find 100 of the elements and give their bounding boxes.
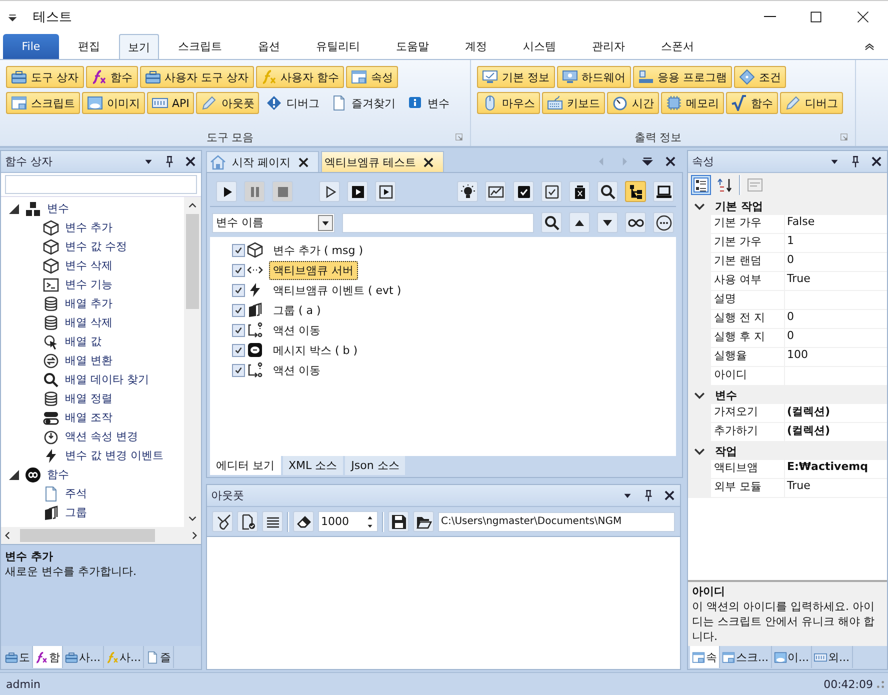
tree-item[interactable]: 그룹 — [65, 505, 87, 520]
ribbon-tab[interactable]: 옵션 — [241, 34, 297, 59]
toolbar-button[interactable] — [375, 181, 396, 202]
ribbon-button[interactable]: 도구 상자 — [6, 66, 84, 88]
scrollbar-thumb[interactable] — [20, 529, 155, 542]
tree-item[interactable]: 배열 정렬 — [65, 391, 112, 406]
checkbox[interactable] — [232, 344, 245, 356]
search-button[interactable] — [541, 212, 562, 233]
tree-item[interactable]: 주석 — [65, 486, 87, 501]
view-tab[interactable]: Json 소스 — [345, 456, 406, 475]
ribbon-button[interactable]: 즐겨찾기 — [326, 92, 400, 114]
document-tab[interactable]: 엑티브엠큐 테스트 — [320, 151, 444, 172]
action-item[interactable]: 변수 추가 ( msg ) — [269, 240, 367, 260]
ribbon-button[interactable]: 시간 — [607, 92, 659, 114]
ribbon-button[interactable]: API — [147, 92, 194, 114]
panel-tab[interactable]: 외... — [812, 646, 852, 668]
tree-item[interactable]: 변수 기능 — [65, 277, 112, 292]
property-value[interactable]: E:₩activemq — [784, 460, 887, 478]
search-input[interactable] — [342, 212, 534, 232]
tree-item[interactable]: 함수 — [47, 467, 69, 482]
ribbon-button[interactable]: 응용 프로그램 — [632, 66, 732, 88]
ribbon-button[interactable]: 아웃풋 — [196, 92, 260, 114]
action-item[interactable]: 메시지 박스 ( b ) — [269, 340, 362, 360]
action-item[interactable]: 액티브앰큐 이벤트 ( evt ) — [269, 280, 406, 300]
save-button[interactable] — [388, 511, 409, 532]
next-button[interactable] — [597, 212, 618, 233]
panel-tab[interactable]: 함 — [33, 646, 63, 668]
ribbon-button[interactable]: 디버그 — [780, 92, 843, 114]
toolbar-button[interactable] — [237, 511, 258, 532]
panel-tab[interactable]: 사... — [104, 646, 144, 668]
panel-tab[interactable]: 속 — [690, 646, 720, 668]
property-value[interactable]: (컬렉션) — [784, 404, 887, 422]
toolbar-button[interactable] — [485, 181, 506, 202]
clear-button[interactable] — [212, 511, 233, 532]
tree-item[interactable]: 변수 값 수정 — [65, 239, 127, 254]
property-value[interactable]: True — [784, 272, 887, 290]
file-menu-button[interactable]: File — [3, 34, 59, 59]
loop-button[interactable] — [625, 212, 646, 233]
document-tab[interactable]: 시작 페이지 — [206, 151, 318, 172]
vertical-scrollbar[interactable] — [184, 197, 201, 527]
more-button[interactable] — [653, 212, 674, 233]
ribbon-button[interactable]: 사용자 도구 상자 — [140, 66, 254, 88]
ribbon-button[interactable]: 함수 — [86, 66, 138, 88]
ribbon-button[interactable]: 변수 — [402, 92, 454, 114]
tree-item[interactable]: 배열 삭제 — [65, 315, 112, 330]
tree-item[interactable]: 배열 조작 — [65, 410, 112, 425]
checkbox[interactable] — [232, 364, 245, 376]
horizontal-scrollbar[interactable] — [1, 527, 201, 544]
panel-tab[interactable]: 이... — [772, 646, 812, 668]
tree-item[interactable]: 배열 추가 — [65, 296, 112, 311]
panel-tab[interactable]: 즐 — [144, 646, 174, 668]
ribbon-tab[interactable]: 스크립트 — [161, 34, 239, 59]
ribbon-button[interactable]: 디버그 — [261, 92, 324, 114]
ribbon-tab[interactable]: 보기 — [119, 34, 159, 59]
ribbon-tab[interactable]: 편집 — [61, 34, 117, 59]
ribbon-button[interactable]: 사용자 함수 — [256, 66, 344, 88]
property-value[interactable]: 1 — [784, 234, 887, 252]
ribbon-button[interactable]: 마우스 — [477, 92, 540, 114]
toolbar-button[interactable] — [541, 181, 562, 202]
ribbon-tab[interactable]: 유틸리티 — [299, 34, 377, 59]
toolbar-button[interactable] — [262, 511, 283, 532]
number-spinner[interactable]: 1000 — [318, 511, 378, 532]
checkbox[interactable] — [232, 264, 245, 276]
tree-item[interactable]: 변수 삭제 — [65, 258, 112, 273]
open-button[interactable] — [413, 511, 434, 532]
toolbar-button[interactable] — [513, 181, 534, 202]
ribbon-button[interactable]: 함수 — [726, 92, 778, 114]
ribbon-button[interactable]: 기본 정보 — [477, 66, 554, 88]
toolbar-button[interactable] — [597, 181, 618, 202]
panel-tab[interactable]: 스크... — [720, 646, 772, 668]
tree-item[interactable]: 변수 추가 — [65, 220, 112, 235]
toolbar-button[interactable] — [653, 181, 674, 202]
tree-item[interactable]: 액션 속성 변경 — [65, 429, 138, 444]
toolbar-button[interactable] — [569, 181, 590, 202]
action-item[interactable]: 액션 이동 — [269, 360, 324, 380]
ribbon-button[interactable]: 하드웨어 — [556, 66, 630, 88]
view-tab[interactable]: 에디터 보기 — [210, 456, 280, 475]
view-tab[interactable]: XML 소스 — [282, 456, 344, 475]
property-value[interactable]: 0 — [784, 329, 887, 347]
ribbon-button[interactable]: 메모리 — [661, 92, 724, 114]
scrollbar-thumb[interactable] — [186, 214, 199, 309]
ribbon-tab[interactable]: 계정 — [448, 34, 504, 59]
property-value[interactable]: 0 — [784, 253, 887, 271]
tree-item[interactable]: 배열 데이타 찾기 — [65, 372, 149, 387]
property-value[interactable]: False — [784, 215, 887, 233]
field-dropdown[interactable]: 변수 이름 — [212, 212, 335, 232]
action-item[interactable]: 그룹 ( a ) — [269, 300, 325, 320]
property-value[interactable]: (컬렉션) — [784, 423, 887, 441]
checkbox[interactable] — [232, 304, 245, 316]
tree-item[interactable]: 배열 값 — [65, 334, 102, 349]
panel-tab[interactable]: 사... — [63, 646, 104, 668]
property-value[interactable]: 0 — [784, 310, 887, 328]
toolbar-button[interactable] — [319, 181, 340, 202]
tree-item[interactable]: 변수 — [47, 201, 69, 216]
ribbon-button[interactable]: 키보드 — [542, 92, 605, 114]
ribbon-button[interactable]: 스크립트 — [6, 92, 80, 114]
checkbox[interactable] — [232, 244, 245, 256]
tree-item[interactable]: 배열 변환 — [65, 353, 112, 368]
ribbon-tab[interactable]: 관리자 — [575, 34, 642, 59]
toolbar-button[interactable] — [457, 181, 478, 202]
